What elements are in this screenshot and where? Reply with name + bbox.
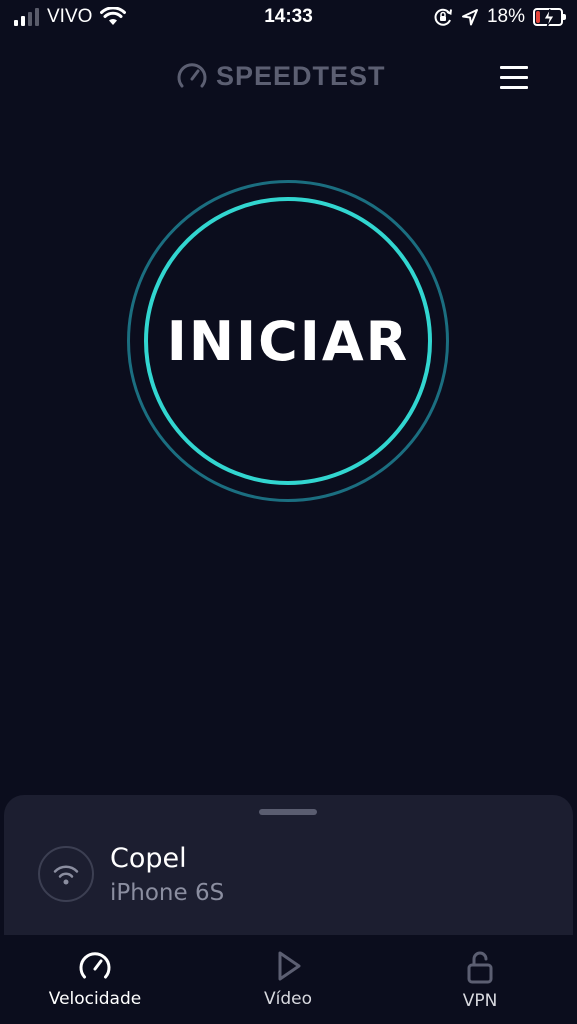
- tab-label: Velocidade: [48, 989, 142, 1009]
- start-button-label: INICIAR: [166, 309, 410, 373]
- start-button[interactable]: INICIAR: [144, 197, 432, 485]
- speedtest-screen: VIVO 14:33 18% SPEEDTEST INICIAR Copel i…: [0, 0, 577, 1024]
- tab-label: VPN: [462, 991, 498, 1011]
- battery-percent: 18%: [486, 6, 525, 27]
- orientation-lock-icon: [434, 8, 452, 26]
- menu-button[interactable]: [500, 60, 534, 94]
- connection-wifi-icon: [38, 846, 94, 902]
- tab-video[interactable]: Vídeo: [213, 949, 363, 1009]
- wifi-icon: [53, 865, 79, 885]
- status-right: 18%: [433, 6, 566, 28]
- speedometer-icon: [79, 952, 111, 979]
- connection-sheet[interactable]: Copel iPhone 6S: [4, 795, 573, 955]
- tab-bar: Velocidade Vídeo VPN: [0, 935, 577, 1024]
- tab-velocidade[interactable]: Velocidade: [20, 949, 170, 1009]
- battery-level: [536, 11, 540, 23]
- charging-bolt-icon: [543, 8, 555, 28]
- unlock-icon: [467, 951, 493, 984]
- status-bar: VIVO 14:33 18%: [0, 0, 577, 38]
- provider-name: Copel: [110, 843, 187, 874]
- app-header: SPEEDTEST: [0, 56, 577, 100]
- play-icon: [278, 951, 301, 981]
- location-icon: [461, 9, 478, 26]
- brand-name: SPEEDTEST: [216, 60, 386, 91]
- speedtest-logo: SPEEDTEST: [176, 60, 386, 92]
- tab-label: Vídeo: [263, 989, 312, 1009]
- speedometer-icon: [177, 63, 207, 88]
- start-test-area: INICIAR: [127, 180, 449, 502]
- sheet-handle[interactable]: [259, 809, 317, 815]
- tab-vpn[interactable]: VPN: [405, 949, 555, 1011]
- device-name: iPhone 6S: [110, 880, 225, 906]
- battery-charging-icon: [533, 8, 566, 28]
- hamburger-menu-icon: [500, 65, 528, 69]
